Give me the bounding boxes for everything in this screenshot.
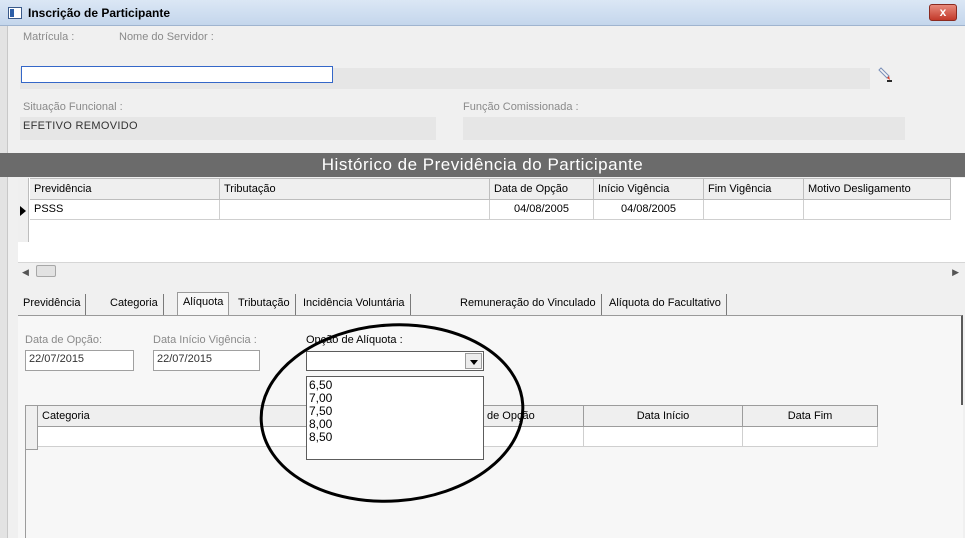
chevron-down-icon[interactable]	[465, 353, 482, 369]
window-icon	[8, 7, 22, 19]
aliquota-cell-data-fim[interactable]	[743, 427, 878, 447]
option-8-50[interactable]: 8,50	[309, 431, 332, 444]
history-cell-previdencia[interactable]: PSSS	[30, 200, 220, 220]
tab-categoria[interactable]: Categoria	[105, 294, 164, 315]
col-data-inicio[interactable]: Data Início	[584, 405, 743, 427]
history-cell-motivo[interactable]	[804, 200, 951, 220]
data-opcao-input[interactable]: 22/07/2015	[25, 350, 134, 371]
tab-remuneracao-vinculado[interactable]: Remuneração do Vinculado	[455, 294, 602, 315]
tab-previdencia[interactable]: Previdência	[18, 294, 87, 315]
scroll-left-icon[interactable]: ◀	[22, 267, 29, 278]
tab-aliquota-facultativo[interactable]: Alíquota do Facultativo	[604, 294, 727, 315]
matricula-label: Matrícula :	[23, 31, 75, 43]
left-edge	[0, 26, 8, 538]
data-inicio-vigencia-label: Data Início Vigência :	[153, 334, 257, 346]
col-tributacao[interactable]: Tributação	[220, 178, 490, 200]
scroll-thumb[interactable]	[36, 265, 56, 277]
history-cell-data-opcao[interactable]: 04/08/2005	[490, 200, 594, 220]
aliquota-cell-de-opcao[interactable]	[483, 427, 584, 447]
col-fim-vigencia[interactable]: Fim Vigência	[704, 178, 804, 200]
history-cell-fim-vigencia[interactable]	[704, 200, 804, 220]
col-de-opcao[interactable]: de Opção	[483, 405, 584, 427]
col-previdencia[interactable]: Previdência	[30, 178, 220, 200]
col-data-fim[interactable]: Data Fim	[743, 405, 878, 427]
history-cell-tributacao[interactable]	[220, 200, 490, 220]
col-data-opcao[interactable]: Data de Opção	[490, 178, 594, 200]
aliquota-row-indicator	[25, 405, 38, 450]
scroll-right-icon[interactable]: ▶	[952, 267, 959, 278]
situacao-funcional-value: EFETIVO REMOVIDO	[23, 120, 138, 132]
matricula-input[interactable]	[21, 66, 333, 83]
pencil-lookup-icon[interactable]	[877, 67, 893, 83]
tab-tributacao[interactable]: Tributação	[233, 294, 296, 315]
history-grid: Previdência Tributação Data de Opção Iní…	[18, 178, 965, 262]
close-button[interactable]: x	[929, 4, 957, 21]
history-cell-inicio-vigencia[interactable]: 04/08/2005	[594, 200, 704, 220]
tab-aliquota[interactable]: Alíquota	[177, 292, 230, 315]
title-bar: Inscrição de Participante x	[0, 0, 965, 26]
history-banner: Histórico de Previdência do Participante	[0, 153, 965, 177]
opcao-aliquota-dropdown[interactable]: 6,50 7,00 7,50 8,00 8,50	[306, 376, 484, 460]
situacao-funcional-label: Situação Funcional :	[23, 101, 123, 113]
funcao-comissionada-label: Função Comissionada :	[463, 101, 579, 113]
main-window: Inscrição de Participante x Matrícula : …	[0, 0, 965, 538]
current-row-arrow-icon	[20, 206, 26, 216]
nome-servidor-label: Nome do Servidor :	[119, 31, 214, 43]
tab-incidencia-voluntaria[interactable]: Incidência Voluntária	[298, 294, 411, 315]
col-inicio-vigencia[interactable]: Início Vigência	[594, 178, 704, 200]
window-title: Inscrição de Participante	[28, 6, 171, 20]
col-motivo-desligamento[interactable]: Motivo Desligamento	[804, 178, 951, 200]
history-horizontal-scrollbar[interactable]: ◀ ▶	[18, 262, 965, 279]
data-opcao-label: Data de Opção:	[25, 334, 103, 346]
opcao-aliquota-label: Opção de Alíquota :	[306, 334, 403, 346]
opcao-aliquota-combo[interactable]	[306, 351, 484, 371]
funcao-comissionada-field	[463, 117, 905, 140]
history-title: Histórico de Previdência do Participante	[321, 155, 644, 174]
aliquota-cell-data-inicio[interactable]	[584, 427, 743, 447]
data-inicio-vigencia-input[interactable]: 22/07/2015	[153, 350, 260, 371]
